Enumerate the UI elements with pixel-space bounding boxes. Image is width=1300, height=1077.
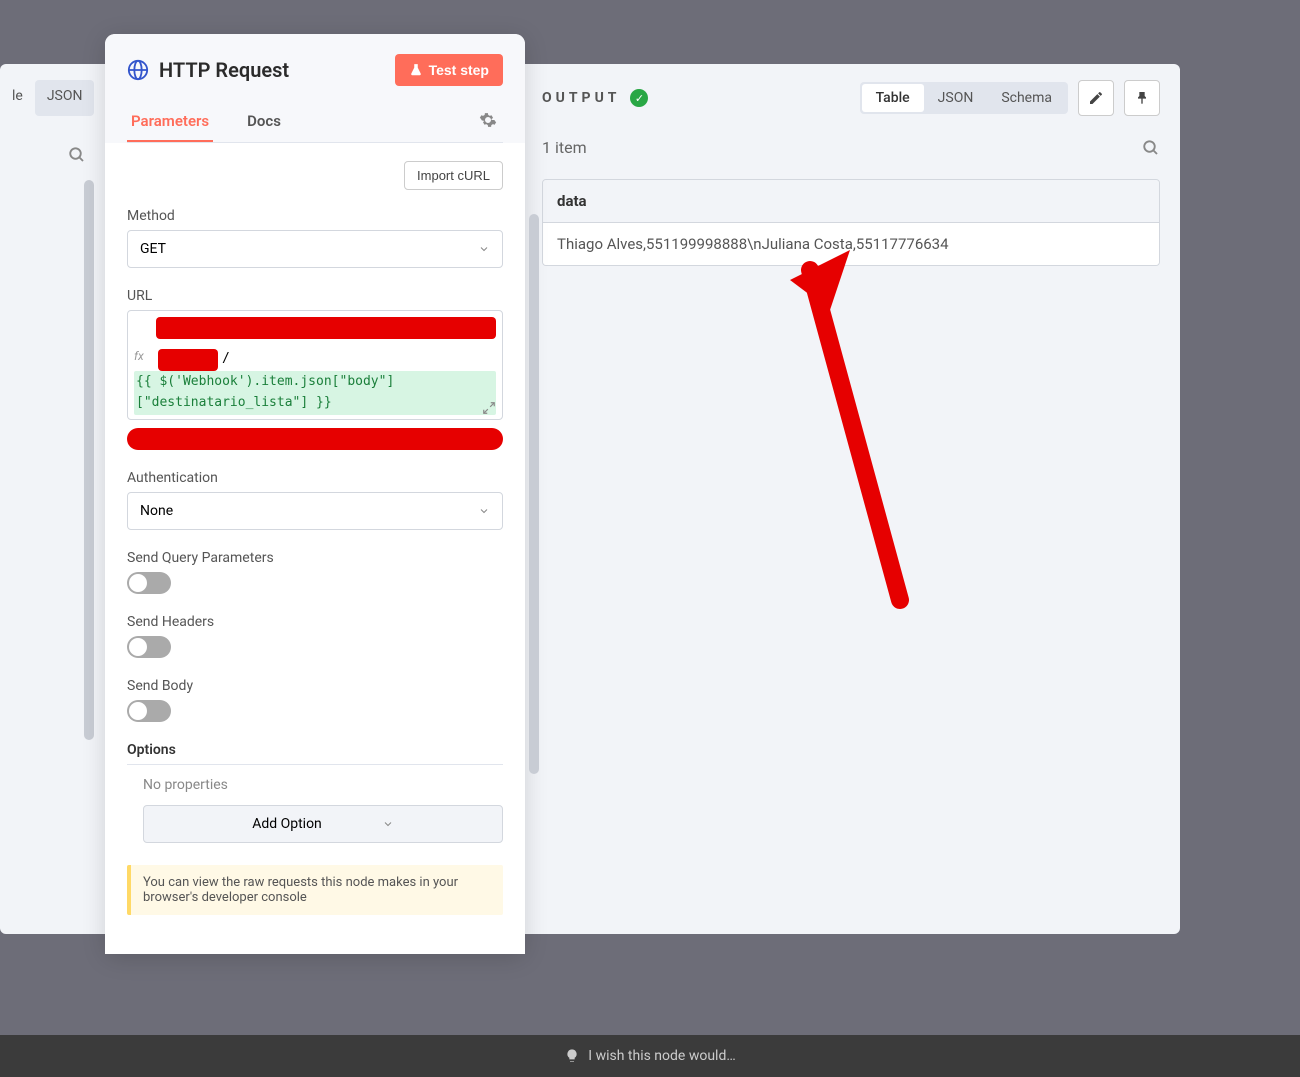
left-tab-json[interactable]: JSON bbox=[35, 80, 95, 116]
redacted-url-part-1 bbox=[156, 317, 496, 339]
send-query-label: Send Query Parameters bbox=[127, 550, 503, 566]
method-value: GET bbox=[140, 241, 166, 257]
output-data-table: data Thiago Alves,551199998888\nJuliana … bbox=[542, 179, 1160, 266]
table-column-header[interactable]: data bbox=[543, 180, 1159, 223]
left-scrollbar[interactable] bbox=[84, 180, 94, 740]
test-step-button[interactable]: Test step bbox=[395, 54, 503, 86]
import-curl-button[interactable]: Import cURL bbox=[404, 161, 503, 190]
url-input[interactable]: fx /{{ $('Webhook').item.json["body"]["d… bbox=[127, 310, 503, 420]
authentication-select[interactable]: None bbox=[127, 492, 503, 530]
expand-icon[interactable] bbox=[482, 401, 496, 415]
edit-button[interactable] bbox=[1078, 80, 1114, 116]
add-option-label: Add Option bbox=[252, 816, 322, 832]
tab-parameters[interactable]: Parameters bbox=[127, 102, 213, 142]
no-properties-text: No properties bbox=[143, 777, 503, 793]
chevron-down-icon bbox=[478, 505, 490, 517]
authentication-label: Authentication bbox=[127, 470, 503, 486]
info-note: You can view the raw requests this node … bbox=[127, 865, 503, 915]
footer-hint-text: I wish this node would… bbox=[588, 1048, 735, 1064]
left-hidden-tabs: le JSON bbox=[0, 80, 100, 116]
item-count: 1 item bbox=[542, 138, 587, 157]
send-body-toggle[interactable] bbox=[127, 700, 171, 722]
method-label: Method bbox=[127, 208, 503, 224]
send-query-toggle[interactable] bbox=[127, 572, 171, 594]
pin-button[interactable] bbox=[1124, 80, 1160, 116]
url-expression: {{ $('Webhook').item.json["body"]["desti… bbox=[134, 371, 496, 415]
tab-docs[interactable]: Docs bbox=[243, 102, 285, 142]
globe-icon bbox=[127, 59, 149, 81]
panel-header: HTTP Request Test step Parameters Docs bbox=[105, 34, 525, 143]
authentication-value: None bbox=[140, 503, 173, 519]
node-settings-panel: HTTP Request Test step Parameters Docs I… bbox=[105, 34, 525, 954]
method-select[interactable]: GET bbox=[127, 230, 503, 268]
test-step-label: Test step bbox=[429, 62, 489, 78]
bulb-icon bbox=[564, 1048, 580, 1064]
view-tab-schema[interactable]: Schema bbox=[987, 84, 1066, 112]
footer-hint-bar[interactable]: I wish this node would… bbox=[0, 1035, 1300, 1077]
view-tab-table[interactable]: Table bbox=[862, 84, 924, 112]
left-search-icon[interactable] bbox=[68, 146, 86, 168]
redacted-url-result bbox=[127, 428, 503, 450]
output-panel: OUTPUT ✓ Table JSON Schema 1 item data T… bbox=[542, 80, 1160, 930]
success-check-icon: ✓ bbox=[630, 89, 648, 107]
chevron-down-icon bbox=[382, 818, 394, 830]
fx-badge: fx bbox=[134, 349, 144, 363]
output-search-icon[interactable] bbox=[1142, 139, 1160, 157]
add-option-button[interactable]: Add Option bbox=[143, 805, 503, 843]
panel-scrollbar[interactable] bbox=[529, 214, 539, 774]
output-title: OUTPUT bbox=[542, 90, 620, 106]
send-headers-toggle[interactable] bbox=[127, 636, 171, 658]
flask-icon bbox=[409, 63, 423, 77]
send-body-label: Send Body bbox=[127, 678, 503, 694]
url-label: URL bbox=[127, 288, 503, 304]
left-tab-le[interactable]: le bbox=[0, 80, 35, 116]
options-header: Options bbox=[127, 742, 503, 765]
output-view-tabs: Table JSON Schema bbox=[860, 82, 1068, 114]
table-row[interactable]: Thiago Alves,551199998888\nJuliana Costa… bbox=[543, 223, 1159, 265]
chevron-down-icon bbox=[478, 243, 490, 255]
panel-title: HTTP Request bbox=[159, 58, 289, 82]
view-tab-json[interactable]: JSON bbox=[924, 84, 988, 112]
redacted-url-part-2 bbox=[158, 349, 218, 371]
panel-body: Import cURL Method GET URL fx /{{ $('Web… bbox=[105, 143, 525, 954]
gear-icon[interactable] bbox=[473, 105, 503, 139]
send-headers-label: Send Headers bbox=[127, 614, 503, 630]
